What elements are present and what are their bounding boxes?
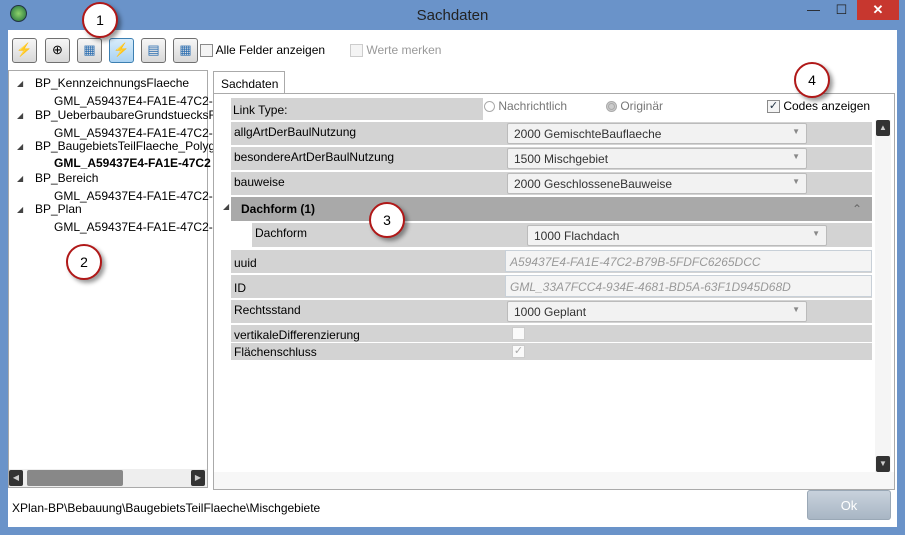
besondere-dropdown[interactable]: 1500 Mischgebiet ▼ [507,148,807,169]
panel-footer [214,472,894,489]
field-row: Flächenschluss [231,343,872,360]
scroll-up-icon[interactable]: ▲ [876,120,890,136]
field-label: Flächenschluss [234,345,317,359]
minimize-button[interactable]: — [800,0,827,20]
link-type-label-cell: Link Type: [231,98,483,120]
flaechenschluss-checkbox[interactable]: ✓ [512,345,525,358]
expand-triangle-icon[interactable]: ◢ [17,79,23,88]
tree-child[interactable]: GML_A59437E4-FA1E-47C2- [54,189,213,203]
ok-button[interactable]: Ok [807,490,891,520]
maximize-button[interactable]: ☐ [828,0,855,20]
chevron-down-icon: ▼ [792,127,800,136]
feature-tree: ◢ BP_KennzeichnungsFlaeche GML_A59437E4-… [8,70,216,488]
lightning-icon: ⚡ [16,42,33,57]
tree-child[interactable]: GML_A59437E4-FA1E-47C2- [54,94,213,108]
lightning-star-button[interactable]: ⚡ [109,38,134,63]
field-label: bauweise [234,175,285,189]
table-search-icon: ▤ [147,42,160,57]
scroll-down-icon[interactable]: ▼ [876,456,890,472]
field-label: uuid [234,256,257,270]
collapse-icon[interactable]: ⌃ [852,202,862,216]
paste-table-icon: ▦ [179,42,192,57]
dropdown-value: 1000 Flachdach [534,229,620,243]
scroll-right-icon[interactable]: ▶ [191,470,205,486]
window-title: Sachdaten [416,7,489,24]
tree-item[interactable]: BP_Plan [35,202,82,216]
group-expand-icon[interactable]: ◢ [223,202,229,211]
callout-1: 1 [82,2,118,38]
title-bar: Sachdaten — ☐ ✕ [0,0,905,30]
zoom-button[interactable]: ⊕ [45,38,70,63]
field-label: Dachform [255,226,308,240]
expand-triangle-icon[interactable]: ◢ [17,142,23,151]
codes-label: Codes anzeigen [783,99,871,113]
field-label: vertikaleDifferenzierung [234,328,360,342]
dropdown-value: 2000 GeschlosseneBauweise [514,177,673,191]
expand-triangle-icon[interactable]: ◢ [17,111,23,120]
uuid-field[interactable]: A59437E4-FA1E-47C2-B79B-5FDFC6265DCC [505,250,872,272]
tree-item[interactable]: BP_BaugebietsTeilFlaeche_Polyg [35,139,215,153]
alle-felder-label: Alle Felder anzeigen [215,43,326,57]
tree-item[interactable]: BP_Bereich [35,171,98,185]
tree-child-selected[interactable]: GML_A59437E4-FA1E-47C2 [54,156,211,170]
copy-table-icon: ▦ [83,42,96,57]
dachform-dropdown[interactable]: 1000 Flachdach ▼ [527,225,827,246]
tab-sachdaten[interactable]: Sachdaten [213,71,285,94]
radio-originaer[interactable]: Originär [606,99,663,113]
radio-label: Nachrichtlich [498,99,568,113]
dropdown-value: 1500 Mischgebiet [514,152,609,166]
expand-triangle-icon[interactable]: ◢ [17,205,23,214]
dachform-group-header[interactable]: Dachform (1) ⌃ [231,197,872,221]
tree-item[interactable]: BP_KennzeichnungsFlaeche [35,76,189,90]
radio-label: Originär [620,99,664,113]
dropdown-value: 2000 GemischteBauflaeche [514,127,662,141]
group-title: Dachform (1) [241,202,316,216]
link-type-label: Link Type: [233,103,288,117]
lightning-star-icon: ⚡ [113,42,130,57]
scroll-left-icon[interactable]: ◀ [9,470,23,486]
field-label: ID [234,281,246,295]
callout-2: 2 [66,244,102,280]
paste-table-button[interactable]: ▦ [173,38,198,63]
chevron-down-icon: ▼ [812,229,820,238]
vertikal-checkbox[interactable] [512,327,525,340]
werte-merken-label: Werte merken [366,43,442,57]
tree-child[interactable]: GML_A59437E4-FA1E-47C2- [54,126,213,140]
chevron-down-icon: ▼ [792,305,800,314]
codes-anzeigen-checkbox[interactable]: ✓ Codes anzeigen [767,99,871,114]
allg-dropdown[interactable]: 2000 GemischteBauflaeche ▼ [507,123,807,144]
rechtsstand-dropdown[interactable]: 1000 Geplant ▼ [507,301,807,322]
horizontal-scrollbar[interactable]: ◀ ▶ [9,469,207,487]
dropdown-value: 1000 Geplant [514,305,587,319]
field-label: allgArtDerBaulNutzung [234,125,357,139]
field-label: besondereArtDerBaulNutzung [234,150,395,164]
radio-nachrichtlich[interactable]: Nachrichtlich [484,99,567,113]
tree-item[interactable]: BP_UeberbaubareGrundstuecksF [35,108,216,122]
vertical-scrollbar[interactable]: ▲ ▼ [875,120,891,472]
callout-3: 3 [369,202,405,238]
copy-table-button[interactable]: ▦ [77,38,102,63]
werte-merken-checkbox[interactable]: Werte merken [350,43,442,58]
expand-triangle-icon[interactable]: ◢ [17,174,23,183]
window-client: ⚡ ⊕ ▦ ⚡ ▤ ▦ Alle Felder anzeigen Werte m… [8,30,897,527]
zoom-icon: ⊕ [52,42,63,57]
id-field[interactable]: GML_33A7FCC4-934E-4681-BD5A-63F1D945D68D [505,275,872,297]
alle-felder-checkbox[interactable]: Alle Felder anzeigen [200,43,326,58]
status-path: XPlan-BP\Bebauung\BaugebietsTeilFlaeche\… [12,501,321,515]
scroll-thumb[interactable] [27,470,123,486]
bauweise-dropdown[interactable]: 2000 GeschlosseneBauweise ▼ [507,173,807,194]
tab-panel: Link Type: Nachrichtlich Originär ✓ Code… [213,93,895,490]
close-button[interactable]: ✕ [857,0,899,20]
callout-4: 4 [794,62,830,98]
table-search-button[interactable]: ▤ [141,38,166,63]
field-label: Rechtsstand [234,303,301,317]
lightning-button[interactable]: ⚡ [12,38,37,63]
chevron-down-icon: ▼ [792,152,800,161]
tree-child[interactable]: GML_A59437E4-FA1E-47C2- [54,220,213,234]
chevron-down-icon: ▼ [792,177,800,186]
field-row: vertikaleDifferenzierung [231,325,872,342]
